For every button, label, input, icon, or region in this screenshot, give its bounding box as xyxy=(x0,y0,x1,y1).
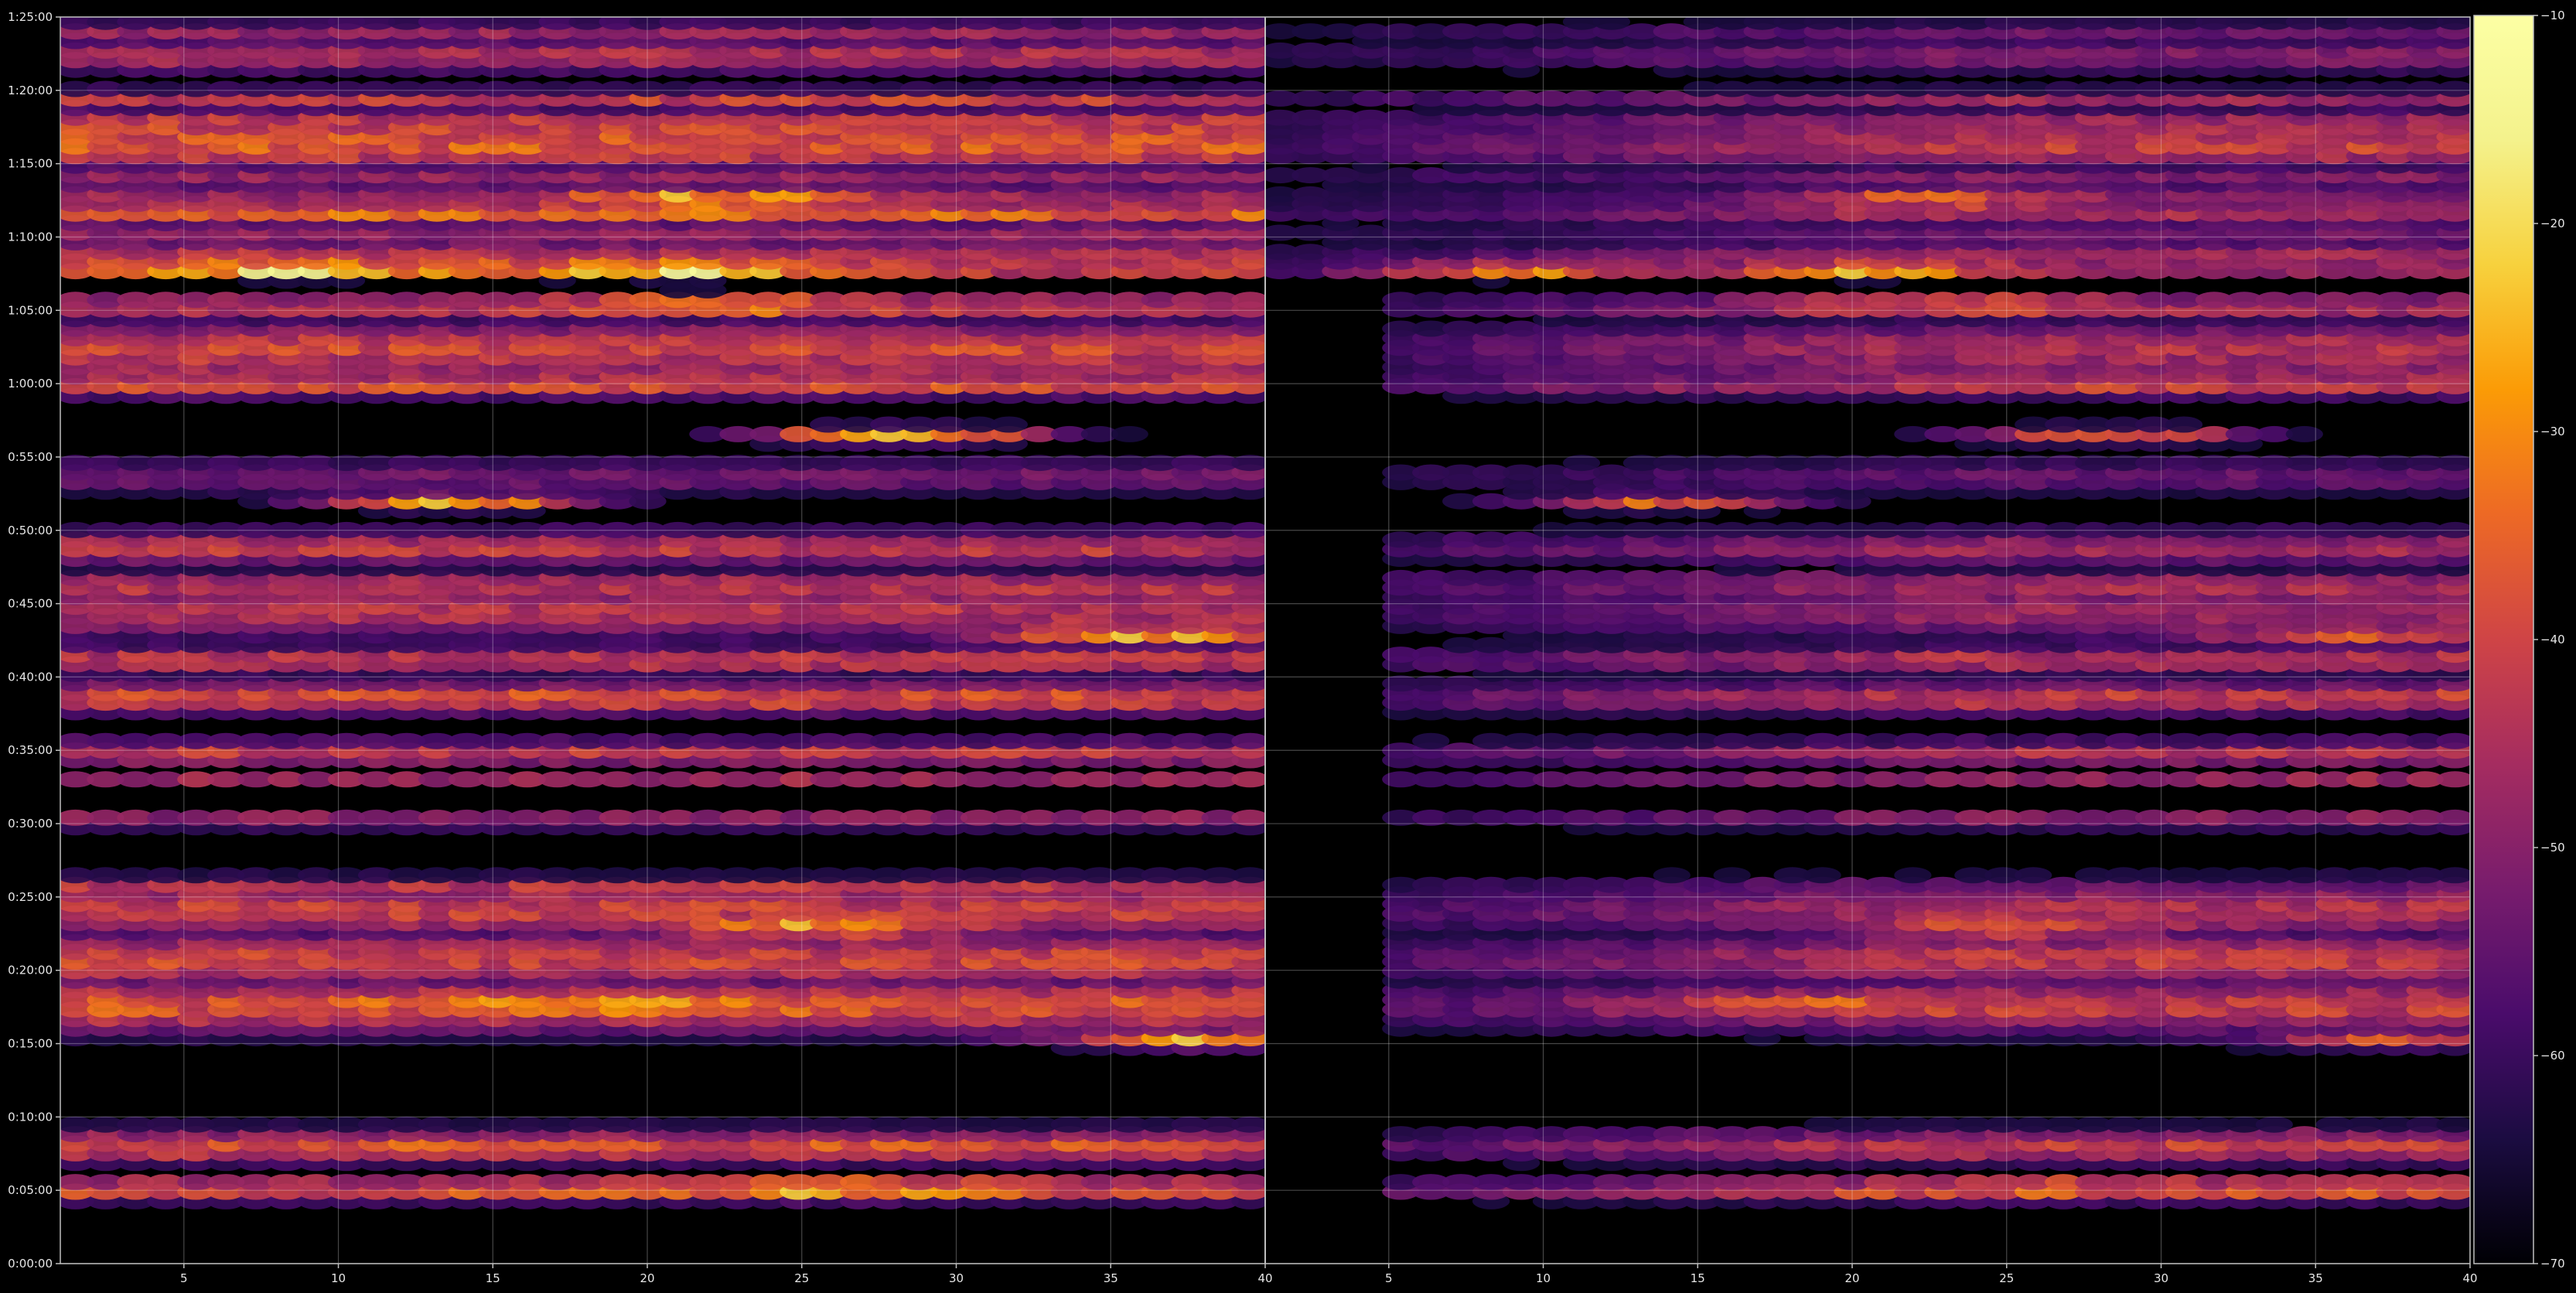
heatmap-cell xyxy=(1894,867,1932,884)
heatmap-cell xyxy=(1231,867,1265,884)
heatmap-cell xyxy=(990,416,1028,433)
heatmap-cell xyxy=(1231,292,1265,309)
heatmap-cell xyxy=(1713,867,1751,884)
heatmap-cell xyxy=(2436,732,2470,749)
heatmap-cell xyxy=(1653,867,1691,884)
heatmap-cell xyxy=(1231,1116,1265,1133)
heatmap-cell xyxy=(1231,80,1265,97)
heatmap-cell xyxy=(1231,771,1265,788)
heatmap-cell xyxy=(1803,867,1841,884)
heatmap-cell xyxy=(2436,1116,2470,1133)
heatmap-cell xyxy=(2436,771,2470,788)
heatmap-cell xyxy=(1111,425,1148,442)
heatmap-cell xyxy=(1231,1174,1265,1191)
heatmap-cell xyxy=(2436,867,2470,884)
heatmap-cell xyxy=(1412,732,1450,749)
heatmap-cell xyxy=(2436,1174,2470,1191)
heatmap-cell xyxy=(1231,732,1265,749)
heatmap-cell xyxy=(2015,867,2052,884)
spectrogram-chart: 0:00:000:05:000:10:000:15:000:20:000:25:… xyxy=(0,0,2576,1293)
heatmap-cell xyxy=(2255,1116,2293,1133)
